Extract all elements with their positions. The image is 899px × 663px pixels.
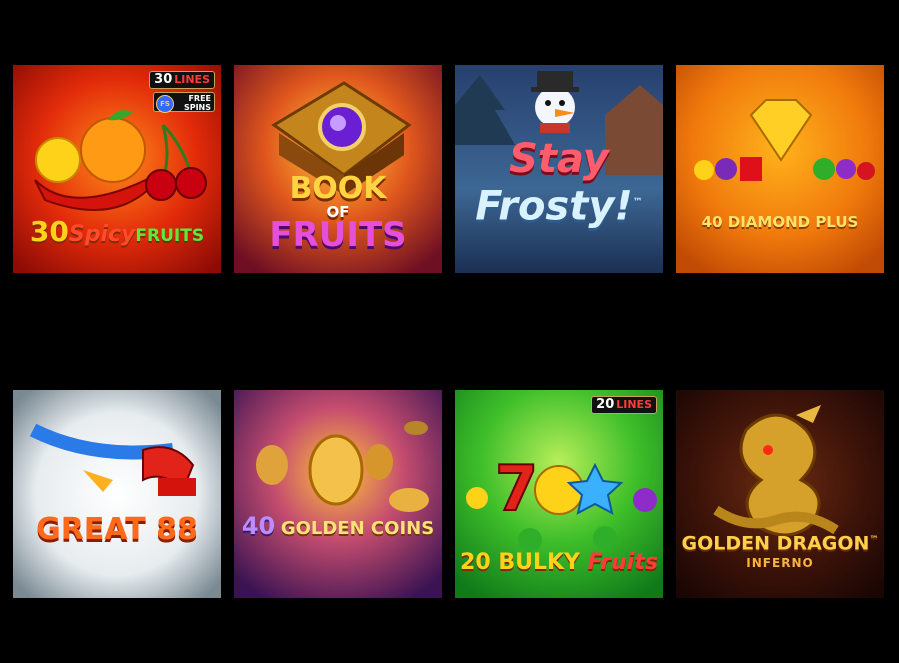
svg-text:7: 7: [495, 452, 538, 525]
game-tile-stay-frosty[interactable]: Stay Frosty!™: [455, 65, 663, 273]
trademark: ™: [632, 197, 643, 208]
title-part: BULKY: [498, 550, 580, 575]
game-title: BOOK OF FRUITS: [234, 171, 442, 255]
title-part: 20: [460, 550, 491, 575]
game-artwork: [13, 390, 221, 598]
title-part: Stay: [509, 136, 609, 182]
game-title: 30SpicyFRUITS: [13, 215, 221, 248]
title-line: GOLDEN DRAGON™: [676, 530, 884, 553]
title-line: Frosty!™: [455, 181, 663, 228]
lines-badge: 30 LINES: [149, 71, 215, 89]
game-title: 40 DIAMOND PLUS: [701, 213, 859, 231]
game-tile-40-diamond-plus[interactable]: 40 DIAMOND PLUS: [676, 65, 884, 273]
game-title: GOLDEN DRAGON™ INFERNO: [676, 530, 884, 573]
title-part: Fruits: [587, 550, 658, 575]
game-tile-40-golden-coins[interactable]: 40 GOLDEN COINS: [234, 390, 442, 598]
title-part: GOLDEN DRAGON: [681, 532, 870, 555]
game-title: Stay Frosty!™: [455, 137, 663, 228]
title-part: Spicy: [68, 222, 136, 247]
game-tile-book-of-fruits[interactable]: BOOK OF FRUITS: [234, 65, 442, 273]
game-tile-golden-dragon-inferno[interactable]: GOLDEN DRAGON™ INFERNO: [676, 390, 884, 598]
title-part: FRUITS: [135, 226, 205, 246]
title-part: FRUITS: [269, 215, 407, 255]
title-part: BOOK: [289, 171, 387, 206]
lines-label: LINES: [174, 73, 210, 86]
title-part: Frosty!: [475, 183, 633, 230]
title-part: GOLDEN COINS: [280, 518, 435, 539]
title-part: 40: [241, 512, 276, 540]
lines-count: 30: [154, 72, 173, 87]
lines-badge: 20 LINES: [591, 396, 657, 414]
title-part: 30: [29, 215, 69, 248]
game-title: 20 BULKY Fruits: [455, 550, 663, 575]
free-spins-icon: FS: [156, 95, 174, 113]
lines-count: 20: [596, 397, 615, 412]
game-tile-20-bulky-fruits[interactable]: 7 20 LINES 20 BULKY Fruits: [455, 390, 663, 598]
game-artwork: [234, 390, 442, 598]
game-title: 40 GOLDEN COINS: [234, 512, 442, 540]
game-title: GREAT 88: [36, 512, 198, 547]
trademark: ™: [869, 535, 879, 545]
lines-label: LINES: [616, 398, 652, 411]
game-tile-great-88[interactable]: GREAT 88: [13, 390, 221, 598]
game-artwork: [676, 65, 884, 273]
free-spins-label: FREE SPINS: [183, 94, 211, 112]
free-spins-badge: FS FREE SPINS: [153, 92, 215, 113]
title-part: INFERNO: [746, 556, 814, 571]
game-tile-30-spicy-fruits[interactable]: 30 LINES FS FREE SPINS 30SpicyFRUITS: [13, 65, 221, 273]
